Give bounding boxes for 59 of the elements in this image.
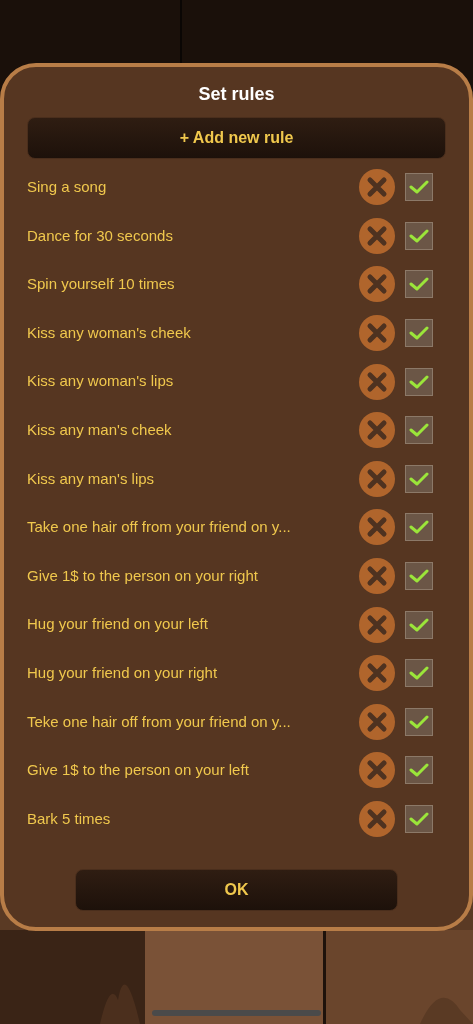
delete-icon[interactable] <box>359 606 395 643</box>
check-icon <box>409 713 429 730</box>
checkbox[interactable] <box>405 756 433 785</box>
rule-text: Hug your friend on your left <box>27 614 209 635</box>
check-icon <box>409 811 429 827</box>
checkbox[interactable] <box>405 319 433 348</box>
check-icon <box>409 568 429 585</box>
check-icon <box>409 373 429 390</box>
checkbox[interactable] <box>405 464 433 493</box>
delete-icon[interactable] <box>359 412 395 449</box>
delete-icon[interactable] <box>359 169 395 206</box>
rule-text: Hug your friend on your right <box>27 663 219 683</box>
rule-text: Teke one hair off from your friend on y... <box>27 711 292 732</box>
checkbox[interactable] <box>405 513 433 542</box>
delete-icon[interactable] <box>359 703 395 740</box>
rule-text: Kiss any man's cheek <box>27 420 173 440</box>
check-icon <box>409 325 429 342</box>
checkbox[interactable] <box>405 367 433 396</box>
check-icon <box>409 470 429 487</box>
delete-icon[interactable] <box>359 363 395 400</box>
rule-text: Give 1$ to the person on your right <box>27 565 259 586</box>
check-icon <box>409 276 429 293</box>
check-icon <box>409 422 429 439</box>
checkbox[interactable] <box>405 221 433 250</box>
rule-text: Spin yourself 10 times <box>27 274 176 295</box>
add-rule-button[interactable]: + Add new rule <box>27 117 446 159</box>
delete-icon[interactable] <box>359 752 395 789</box>
checkbox[interactable] <box>405 270 433 299</box>
delete-icon[interactable] <box>359 217 395 254</box>
dialog-title: Set rules <box>197 83 276 106</box>
ok-button[interactable]: OK <box>75 869 398 911</box>
delete-icon[interactable] <box>359 558 395 595</box>
checkbox[interactable] <box>405 805 433 833</box>
delete-icon[interactable] <box>359 460 395 497</box>
rule-text: Dance for 30 seconds <box>27 225 174 246</box>
rule-text: Sing a song <box>27 177 108 198</box>
checkbox[interactable] <box>405 707 433 736</box>
check-icon <box>409 762 429 779</box>
check-icon <box>409 616 429 633</box>
delete-icon[interactable] <box>359 801 395 837</box>
checkbox[interactable] <box>405 173 433 202</box>
rule-text: Take one hair off from your friend on y... <box>27 517 292 538</box>
check-icon <box>409 227 429 244</box>
checkbox[interactable] <box>405 562 433 591</box>
check-icon <box>409 519 429 536</box>
checkbox[interactable] <box>405 659 433 688</box>
rule-text: Kiss any woman's cheek <box>27 322 192 343</box>
checkbox[interactable] <box>405 610 433 639</box>
delete-icon[interactable] <box>359 655 395 692</box>
check-icon <box>409 665 429 682</box>
rule-text: Give 1$ to the person on your left <box>27 760 250 781</box>
rule-text: Bark 5 times <box>27 808 112 829</box>
rule-text: Kiss any man's lips <box>27 468 156 489</box>
delete-icon[interactable] <box>359 509 395 546</box>
delete-icon[interactable] <box>359 315 395 352</box>
rule-text: Kiss any woman's lips <box>27 371 175 392</box>
delete-icon[interactable] <box>359 266 395 303</box>
checkbox[interactable] <box>405 416 433 445</box>
check-icon <box>409 179 429 196</box>
